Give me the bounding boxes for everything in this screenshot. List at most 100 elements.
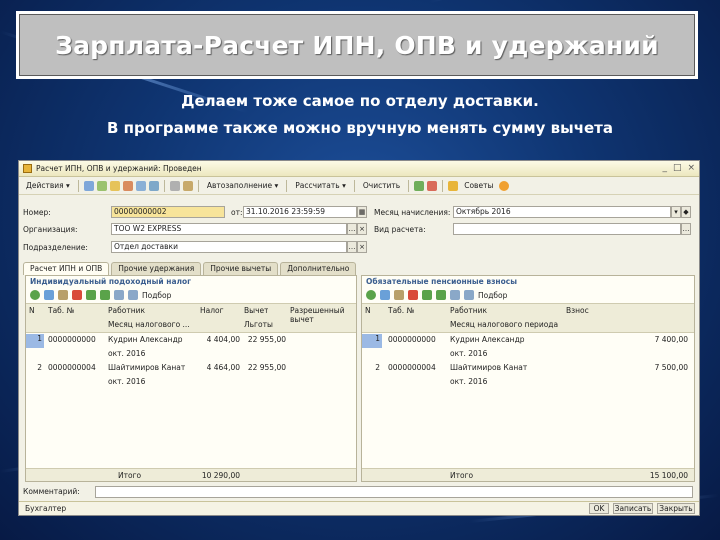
add-row-icon[interactable] <box>366 290 376 300</box>
ipn-pick-button[interactable]: Подбор <box>142 291 171 300</box>
minimize-button[interactable]: _ <box>662 163 667 173</box>
table-row[interactable]: 2 0000000004 Шайтимиров Канат окт. 2016 … <box>362 362 694 390</box>
save-icon[interactable] <box>83 180 94 191</box>
month-dropdown-icon[interactable]: ▾ <box>671 206 681 218</box>
move-down-icon[interactable] <box>100 290 110 300</box>
tips-icon <box>448 180 459 191</box>
edit-row-icon[interactable] <box>58 290 68 300</box>
document-window: Расчет ИПН, ОПВ и удержаний: Проведен _ … <box>18 160 700 516</box>
ipn-total-row: Итого 10 290,00 <box>26 468 356 481</box>
post-icon[interactable] <box>96 180 107 191</box>
edit-row-icon[interactable] <box>394 290 404 300</box>
col-n: N <box>29 306 35 315</box>
division-select-button[interactable]: … <box>347 241 357 253</box>
calculate-menu[interactable]: Рассчитать ▾ <box>292 179 349 193</box>
document-icon <box>23 164 32 173</box>
opv-total-value: 15 100,00 <box>649 471 688 480</box>
col-deduction: Вычет <box>244 306 269 315</box>
col-tax: Налог <box>200 306 224 315</box>
delete-row-icon[interactable] <box>408 290 418 300</box>
move-up-icon[interactable] <box>86 290 96 300</box>
number-label: Номер: <box>23 208 51 217</box>
tab-other-exemptions[interactable]: Прочие вычеты <box>203 262 279 275</box>
calendar-icon[interactable]: ▦ <box>357 206 367 218</box>
sort-desc-icon[interactable] <box>128 290 138 300</box>
sort-asc-icon[interactable] <box>450 290 460 300</box>
ipn-toolbar: Подбор <box>26 288 356 302</box>
sort-desc-icon[interactable] <box>464 290 474 300</box>
autofill-menu[interactable]: Автозаполнение ▾ <box>204 179 281 193</box>
opv-total-row: Итого 15 100,00 <box>362 468 694 481</box>
calc-type-field[interactable] <box>453 223 681 235</box>
division-clear-button[interactable]: × <box>357 241 367 253</box>
print-icon[interactable] <box>427 180 438 191</box>
comment-row: Комментарий: <box>23 486 695 498</box>
ipn-title: Индивидуальный подоходный налог <box>30 277 192 286</box>
col-benefits: Льготы <box>244 320 273 329</box>
number-field[interactable]: 00000000002 <box>111 206 225 218</box>
month-spin-icon[interactable]: ◆ <box>681 206 691 218</box>
edit-icon[interactable] <box>122 180 133 191</box>
col-allowed: Разрешенный вычет <box>290 306 345 324</box>
close-window-button[interactable]: × <box>687 163 695 173</box>
opv-toolbar: Подбор <box>362 288 694 302</box>
table-row[interactable]: 1 0000000000 Кудрин Александр окт. 2016 … <box>362 334 694 362</box>
table-row[interactable]: 1 0000000000 Кудрин Александр окт. 2016 … <box>26 334 356 362</box>
ok-button[interactable]: OK <box>589 503 609 514</box>
col-tab: Таб. № <box>388 306 415 315</box>
tab-ipn-opv[interactable]: Расчет ИПН и ОПВ <box>23 262 110 275</box>
toolbar: Действия ▾ Автозаполнение ▾ Рассчитать ▾… <box>19 177 699 195</box>
save-button[interactable]: Записать <box>613 503 653 514</box>
opv-pick-button[interactable]: Подбор <box>478 291 507 300</box>
table-row[interactable]: 2 0000000004 Шайтимиров Канат окт. 2016 … <box>26 362 356 390</box>
col-worker: Работник <box>108 306 146 315</box>
opv-total-label: Итого <box>450 471 474 480</box>
find-icon[interactable] <box>135 180 146 191</box>
copy-row-icon[interactable] <box>380 290 390 300</box>
slide-subtitle-2: В программе также можно вручную менять с… <box>107 119 613 137</box>
calc-type-label: Вид расчета: <box>374 225 426 234</box>
tips-button[interactable]: Советы <box>461 179 496 193</box>
maximize-button[interactable]: □ <box>673 163 682 173</box>
tab-additional[interactable]: Дополнительно <box>280 262 357 275</box>
sort-asc-icon[interactable] <box>114 290 124 300</box>
copy-icon[interactable] <box>109 180 120 191</box>
close-button[interactable]: Закрыть <box>657 503 695 514</box>
org-clear-button[interactable]: × <box>357 223 367 235</box>
ipn-total-label: Итого <box>118 471 142 480</box>
structure-icon[interactable] <box>414 180 425 191</box>
opv-grid-header: N Таб. № Работник Месяц налогового перио… <box>362 303 694 333</box>
window-titlebar: Расчет ИПН, ОПВ и удержаний: Проведен _ … <box>19 161 699 177</box>
org-field[interactable]: ТОО W2 EXPRESS <box>111 223 347 235</box>
comment-field[interactable] <box>95 486 693 498</box>
org-select-button[interactable]: … <box>347 223 357 235</box>
opv-panel: Обязательные пенсионные взносы Подбор N … <box>361 275 695 482</box>
move-up-icon[interactable] <box>422 290 432 300</box>
accountant-label: Бухгалтер <box>25 504 67 513</box>
date-field[interactable]: 31.10.2016 23:59:59 <box>243 206 357 218</box>
calc-type-select-button[interactable]: … <box>681 223 691 235</box>
movements-icon[interactable] <box>182 180 193 191</box>
help-icon[interactable] <box>499 180 510 191</box>
month-field[interactable]: Октябрь 2016 <box>453 206 671 218</box>
month-label: Месяц начисления: <box>374 208 451 217</box>
list-icon[interactable] <box>169 180 180 191</box>
ipn-panel: Индивидуальный подоходный налог Подбор N… <box>25 275 357 482</box>
col-month: Месяц налогового периода <box>450 320 559 329</box>
col-worker: Работник <box>450 306 488 315</box>
copy-row-icon[interactable] <box>44 290 54 300</box>
window-title: Расчет ИПН, ОПВ и удержаний: Проведен <box>36 164 202 173</box>
light-streak <box>429 0 720 3</box>
actions-menu[interactable]: Действия ▾ <box>23 179 73 193</box>
division-label: Подразделение: <box>23 243 88 252</box>
move-down-icon[interactable] <box>436 290 446 300</box>
tab-other-deductions[interactable]: Прочие удержания <box>111 262 202 275</box>
opv-title: Обязательные пенсионные взносы <box>366 277 517 286</box>
add-row-icon[interactable] <box>30 290 40 300</box>
org-label: Организация: <box>23 225 78 234</box>
col-month: Месяц налогового ... <box>108 320 190 329</box>
division-field[interactable]: Отдел доставки <box>111 241 347 253</box>
filter-icon[interactable] <box>148 180 159 191</box>
delete-row-icon[interactable] <box>72 290 82 300</box>
clear-button[interactable]: Очистить <box>360 179 403 193</box>
